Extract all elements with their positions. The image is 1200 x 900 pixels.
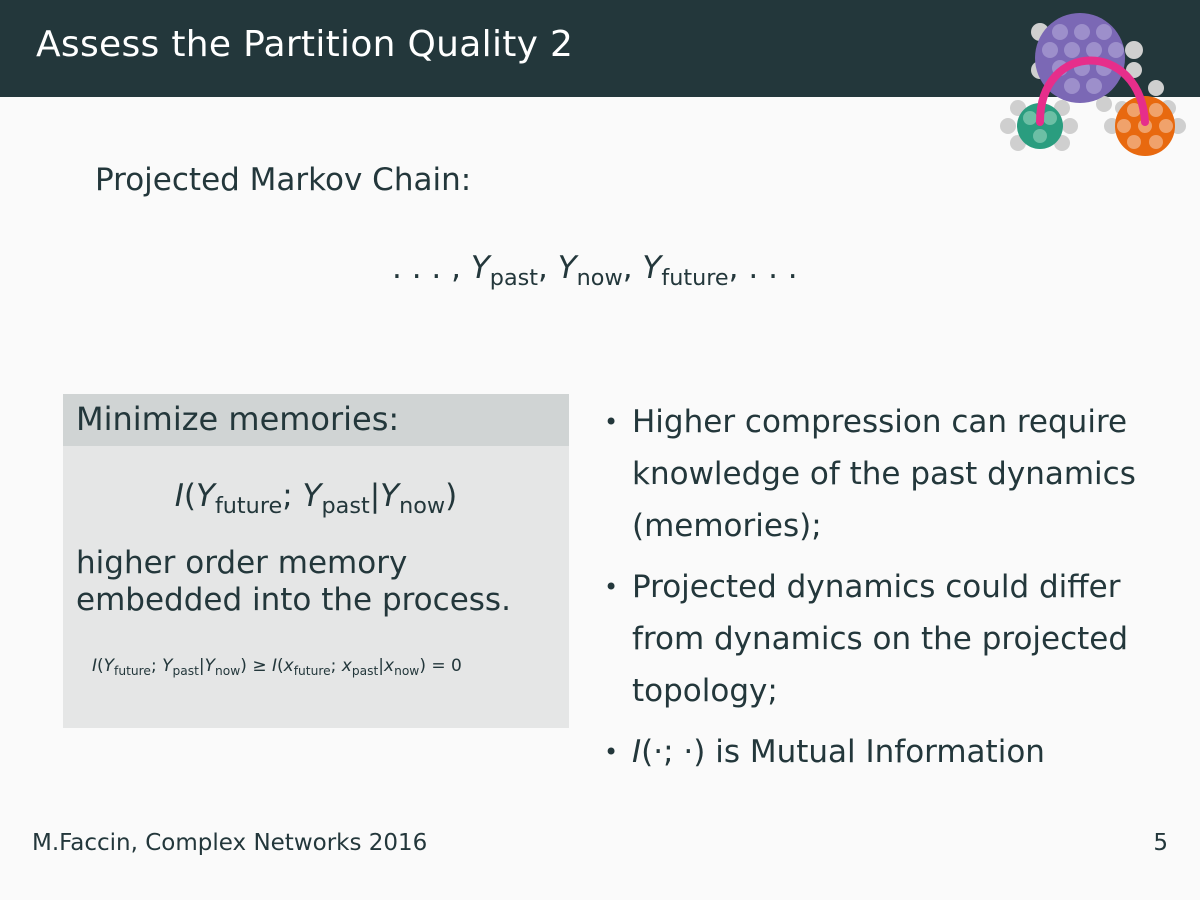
ineq-eq: = 0 — [425, 656, 462, 676]
formula-part: Y — [380, 478, 400, 514]
ineq-part: ) — [240, 656, 247, 676]
chain-sub: now — [576, 265, 623, 292]
formula-part: Y — [196, 478, 215, 514]
ineq-sub: future — [293, 663, 331, 678]
footer-author: M.Faccin, Complex Networks 2016 — [32, 830, 428, 856]
chain-lead: . . . , — [392, 250, 471, 286]
chain-comma: , — [622, 250, 643, 286]
chain-tail: , . . . — [728, 250, 798, 286]
ineq-sub: past — [172, 663, 199, 678]
ineq-part: ( — [97, 656, 104, 676]
ineq-part: x — [341, 656, 352, 676]
chain-comma: , — [538, 250, 558, 286]
ineq-part: ; — [330, 656, 342, 676]
ineq-sub: future — [114, 663, 151, 678]
bullet-dot-icon: • — [604, 408, 619, 436]
section-subtitle: Projected Markov Chain: — [95, 162, 472, 198]
chain-var: Y — [470, 250, 490, 286]
formula-part: ( — [183, 478, 196, 514]
formula-part: ; — [282, 478, 303, 514]
chain-var: Y — [557, 250, 577, 286]
mutual-information-inequality: I(Yfuture; Ypast|Ynow) ≥ I(xfuture; xpas… — [92, 656, 462, 678]
bullet-math: (·; ·) — [641, 734, 706, 770]
formula-sub: now — [399, 493, 446, 520]
formula-sub: past — [321, 493, 370, 520]
formula-part: | — [369, 478, 381, 514]
network-communities-logo — [1000, 13, 1186, 156]
bullet-text: is Mutual Information — [705, 734, 1045, 770]
memory-block-text: higher order memory embedded into the pr… — [76, 545, 511, 618]
bullet-list: • Higher compression can require knowled… — [604, 396, 1144, 787]
ineq-geq: ≥ — [246, 656, 272, 676]
formula-part: ) — [445, 478, 458, 514]
bullet-dot-icon: • — [604, 738, 619, 766]
chain-var: Y — [642, 250, 662, 286]
memory-block-title: Minimize memories: — [76, 400, 400, 438]
page-number: 5 — [1153, 830, 1168, 856]
list-item: • Projected dynamics could differ from d… — [604, 561, 1144, 717]
formula-part: I — [174, 478, 184, 514]
chain-sub: past — [489, 265, 538, 292]
ineq-part: ( — [277, 656, 284, 676]
slide-title: Assess the Partition Quality 2 — [36, 24, 574, 65]
bullet-dot-icon: • — [604, 573, 619, 601]
ineq-part: x — [283, 656, 294, 676]
bullet-text: Higher compression can require knowledge… — [632, 404, 1136, 544]
ineq-part: Y — [162, 656, 173, 676]
ineq-sub: now — [215, 663, 241, 678]
chain-sub: future — [661, 265, 729, 292]
ineq-part: Y — [204, 656, 216, 676]
memory-block-header: Minimize memories: — [63, 394, 569, 446]
ineq-part: x — [384, 656, 395, 676]
list-item: • Higher compression can require knowled… — [604, 396, 1144, 552]
ineq-sub: past — [351, 663, 379, 678]
ineq-part: Y — [103, 656, 115, 676]
bullet-math: I — [632, 734, 642, 770]
formula-part: Y — [302, 478, 322, 514]
list-item: • I(·; ·) is Mutual Information — [604, 726, 1144, 778]
formula-sub: future — [214, 493, 283, 520]
markov-chain-sequence: . . . , Ypast, Ynow, Yfuture, . . . — [392, 250, 798, 291]
ineq-sub: now — [394, 663, 420, 678]
conditional-mutual-information-formula: I(Yfuture; Ypast|Ynow) — [63, 478, 569, 519]
ineq-part: ) — [419, 656, 426, 676]
bullet-text: Projected dynamics could differ from dyn… — [632, 569, 1129, 709]
ineq-part: ; — [150, 656, 163, 676]
